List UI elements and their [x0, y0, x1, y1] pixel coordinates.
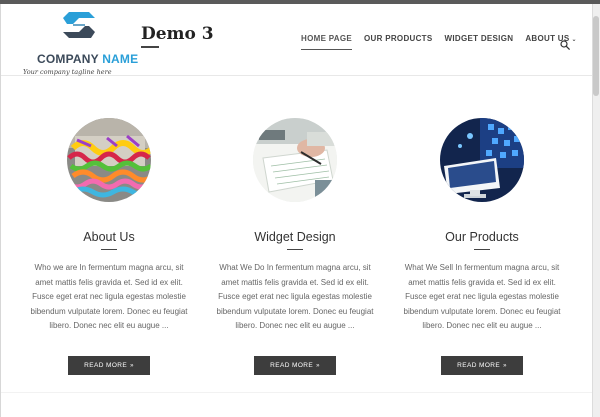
logo-name-word: NAME: [102, 52, 139, 66]
featured-title-underline: [474, 249, 490, 250]
nav-item-label: OUR PRODUCTS: [364, 34, 433, 43]
featured-text: Who we are In fermentum magna arcu, sit …: [30, 263, 188, 330]
arrow-right-icon: »: [503, 362, 507, 369]
read-more-button[interactable]: READ MORE»: [441, 356, 523, 375]
tech-monitor-image[interactable]: [440, 118, 524, 202]
candy-image[interactable]: [67, 118, 151, 202]
site-title-underline: [141, 46, 159, 48]
read-more-label: READ MORE: [457, 362, 501, 369]
featured-title-underline: [287, 249, 303, 250]
main-navigation: HOME PAGE OUR PRODUCTS WIDGET DESIGN ABO…: [301, 34, 589, 54]
chevron-down-icon: ⌄: [571, 37, 577, 43]
desk-writing-image[interactable]: [253, 118, 337, 202]
read-more-button[interactable]: READ MORE»: [254, 356, 336, 375]
read-more-label: READ MORE: [84, 362, 128, 369]
logo-mark-icon: [63, 12, 95, 38]
company-logo[interactable]: COMPANY NAME Your company tagline here: [23, 10, 143, 76]
site-header: COMPANY NAME Your company tagline here D…: [1, 4, 592, 76]
logo-tagline: Your company tagline here: [23, 68, 112, 76]
featured-title-underline: [101, 249, 117, 250]
search-icon[interactable]: [560, 40, 570, 50]
nav-item-widget-design[interactable]: WIDGET DESIGN: [445, 34, 514, 49]
featured-title[interactable]: Widget Design: [215, 230, 375, 244]
nav-item-label: HOME PAGE: [301, 34, 353, 43]
site-title[interactable]: Demo 3: [141, 24, 214, 44]
arrow-right-icon: »: [130, 362, 134, 369]
featured-title[interactable]: Our Products: [402, 230, 562, 244]
logo-company-word: COMPANY: [37, 52, 99, 66]
read-more-label: READ MORE: [270, 362, 314, 369]
featured-text: What We Do In fermentum magna arcu, sit …: [216, 263, 374, 330]
scrollbar-thumb[interactable]: [593, 16, 599, 96]
featured-title[interactable]: About Us: [29, 230, 189, 244]
featured-pages: About Us Who we are In fermentum magna a…: [0, 118, 592, 378]
featured-text: What We Sell In fermentum magna arcu, si…: [403, 263, 561, 330]
nav-item-label: WIDGET DESIGN: [444, 34, 514, 43]
logo-company-name: COMPANY NAME: [37, 52, 138, 66]
read-more-button[interactable]: READ MORE»: [68, 356, 150, 375]
nav-item-our-products[interactable]: OUR PRODUCTS: [364, 34, 433, 49]
nav-item-home-page[interactable]: HOME PAGE: [301, 34, 353, 50]
content-divider: [1, 392, 592, 393]
vertical-scrollbar[interactable]: [592, 4, 600, 417]
arrow-right-icon: »: [316, 362, 320, 369]
